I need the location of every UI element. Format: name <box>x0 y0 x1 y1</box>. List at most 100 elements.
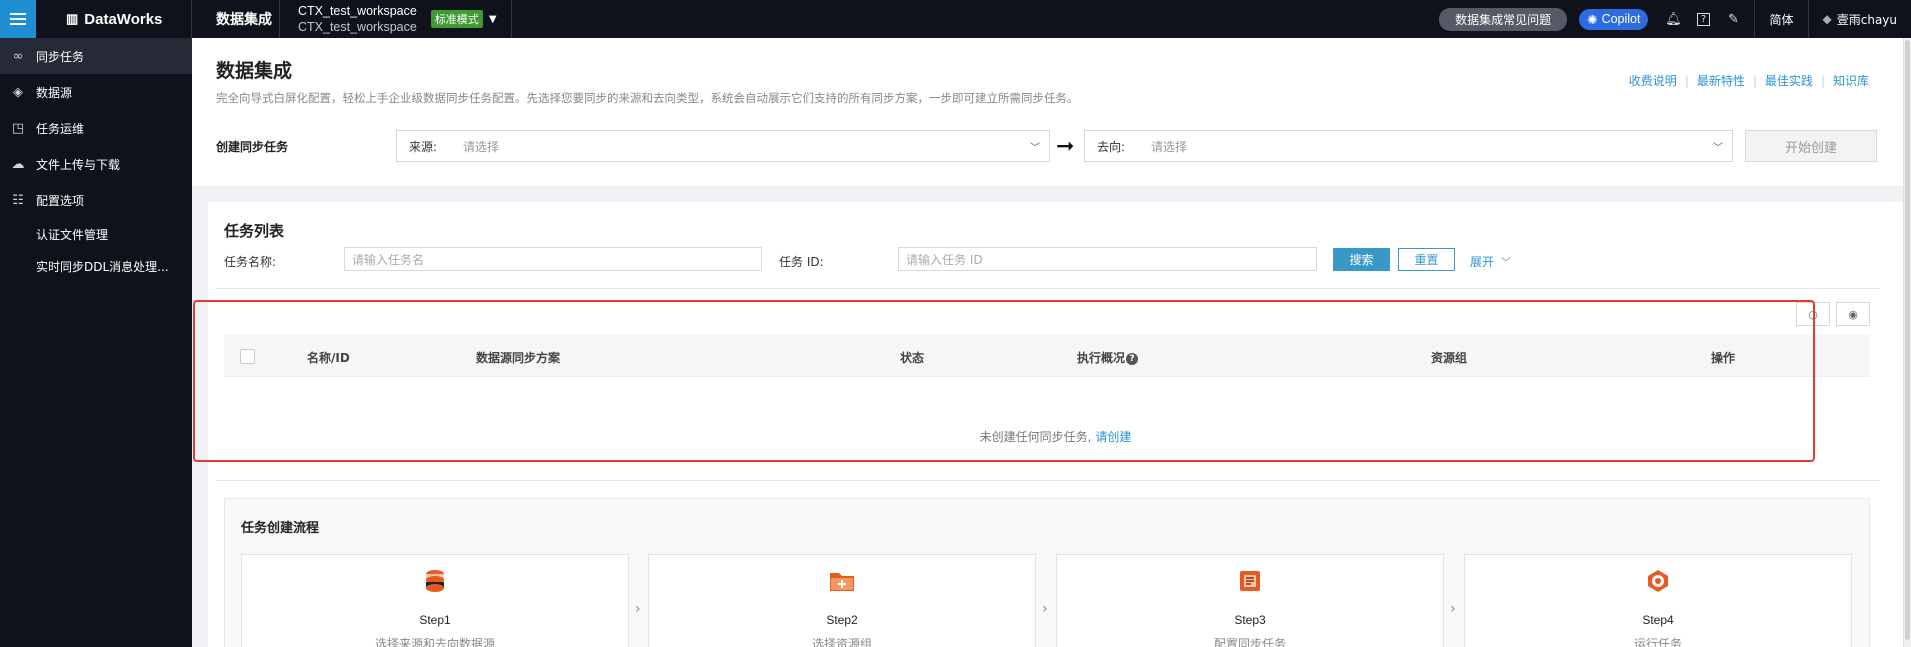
user-menu[interactable]: ◆ 壹雨chayu <box>1809 11 1911 28</box>
execution-label: 执行概况 <box>1077 351 1126 365</box>
link-pricing[interactable]: 收费说明 <box>1629 72 1677 89</box>
table-header: 名称/ID 数据源同步方案 状态 执行概况? 资源组 操作 <box>224 335 1870 377</box>
sidebar-item-auth-files[interactable]: 认证文件管理 <box>0 218 192 250</box>
task-creation-flow: 任务创建流程 Step1 选择来源和去向数据源 › Step2 选择资源组 › … <box>224 498 1870 647</box>
sidebar-item-ddl-messages[interactable]: 实时同步DDL消息处理... <box>0 250 192 282</box>
help-links: 收费说明 | 最新特性 | 最佳实践 | 知识库 <box>1628 72 1869 89</box>
source-select[interactable]: 来源: 请选择 ﹀ <box>396 130 1050 162</box>
question-icon[interactable]: ? <box>1126 353 1139 365</box>
main-content: 数据集成 完全向导式白屏化配置，轻松上手企业级数据同步任务配置。先选择您要同步的… <box>192 38 1903 647</box>
task-id-label: 任务 ID: <box>779 255 824 269</box>
sidebar-item-label: 数据源 <box>36 85 73 100</box>
divider <box>216 480 1880 481</box>
task-id-input[interactable]: 请输入任务 ID <box>898 247 1317 271</box>
start-create-button[interactable]: 开始创建 <box>1745 130 1877 162</box>
step-card-2[interactable]: Step2 选择资源组 <box>648 554 1036 647</box>
chevron-down-icon: ﹀ <box>1500 258 1511 269</box>
create-task-label: 创建同步任务 <box>216 140 289 154</box>
user-avatar-icon: ◆ <box>1822 12 1832 26</box>
step-name: Step4 <box>1642 613 1674 627</box>
task-list-title: 任务列表 <box>224 222 285 240</box>
step-card-3[interactable]: Step3 配置同步任务 <box>1056 554 1444 647</box>
reset-button[interactable]: 重置 <box>1398 248 1455 271</box>
column-header-status: 状态 <box>900 351 925 365</box>
header-card: 数据集成 完全向导式白屏化配置，轻松上手企业级数据同步任务配置。先选择您要同步的… <box>192 38 1903 186</box>
copilot-button[interactable]: ✺ Copilot <box>1579 8 1649 30</box>
step-card-1[interactable]: Step1 选择来源和去向数据源 <box>241 554 629 647</box>
flow-title: 任务创建流程 <box>241 521 320 536</box>
faq-button[interactable]: 数据集成常见问题 <box>1439 7 1568 31</box>
link-new-features[interactable]: 最新特性 <box>1697 72 1745 89</box>
chevron-down-icon: ﹀ <box>1030 142 1040 154</box>
top-bar: ▥ DataWorks 数据集成 CTX_test_workspace CTX_… <box>0 0 1911 38</box>
sync-task-icon: ∞ <box>12 48 24 64</box>
workspace-selector[interactable]: CTX_test_workspace CTX_test_workspace 标准… <box>280 0 512 38</box>
brand-name: DataWorks <box>84 10 163 28</box>
create-task-row: 创建同步任务 来源: 请选择 ﹀ ➞ 去向: 请选择 ﹀ 开始创建 <box>216 130 1881 162</box>
step-card-4[interactable]: Step4 运行任务 <box>1464 554 1852 647</box>
copilot-label: Copilot <box>1601 12 1641 26</box>
scrollbar-thumb[interactable] <box>1905 40 1910 640</box>
product-name: 数据集成 <box>192 0 280 38</box>
language-switch[interactable]: 简体 <box>1754 0 1809 38</box>
column-header-execution: 执行概况? <box>1077 349 1139 366</box>
select-all-checkbox[interactable] <box>240 349 255 364</box>
sidebar: ∞ 同步任务 ◈ 数据源 ◳ 任务运维 ☁ 文件上传与下载 ☷ 配置选项 认证文… <box>0 38 192 647</box>
sidebar-item-file-transfer[interactable]: ☁ 文件上传与下载 <box>0 146 192 182</box>
help-icon[interactable]: ? <box>1688 12 1718 26</box>
column-header-actions: 操作 <box>1711 351 1736 365</box>
task-name-label: 任务名称: <box>224 255 277 269</box>
chart-icon: ◳ <box>11 120 25 136</box>
chevron-down-icon: ﹀ <box>1713 142 1723 154</box>
config-doc-icon <box>1057 569 1443 593</box>
workspace-id: CTX_test_workspace <box>298 20 417 34</box>
search-button[interactable]: 搜索 <box>1333 248 1390 271</box>
step-description: 配置同步任务 <box>1213 637 1286 647</box>
brand-logo[interactable]: ▥ DataWorks <box>36 0 192 38</box>
cloud-upload-icon: ☁ <box>11 156 25 172</box>
divider <box>216 288 1880 289</box>
menu-button[interactable] <box>0 0 36 38</box>
expand-button[interactable]: 展开 ﹀ <box>1470 253 1511 270</box>
sidebar-item-label: 配置选项 <box>36 193 85 208</box>
wrench-icon[interactable]: ✎ <box>1718 12 1748 27</box>
expand-label: 展开 <box>1470 255 1495 269</box>
user-name: 壹雨chayu <box>1836 12 1897 27</box>
sidebar-item-sync-task[interactable]: ∞ 同步任务 <box>0 38 192 74</box>
step-description: 选择来源和去向数据源 <box>374 637 495 647</box>
column-header-resource-group: 资源组 <box>1431 351 1468 365</box>
checklist-icon: ☷ <box>12 192 24 208</box>
copilot-icon: ✺ <box>1587 12 1598 27</box>
target-select[interactable]: 去向: 请选择 ﹀ <box>1084 130 1733 162</box>
create-link[interactable]: 请创建 <box>1095 430 1131 444</box>
sidebar-item-label: 文件上传与下载 <box>36 157 121 172</box>
sidebar-item-config[interactable]: ☷ 配置选项 <box>0 182 192 218</box>
arrow-right-icon: ➞ <box>1056 134 1075 159</box>
database-icon <box>242 569 628 595</box>
step-name: Step2 <box>826 613 858 627</box>
hamburger-icon <box>10 12 26 26</box>
link-best-practices[interactable]: 最佳实践 <box>1765 72 1813 89</box>
source-label: 来源: <box>409 139 438 154</box>
chevron-right-icon: › <box>1450 601 1456 617</box>
sidebar-item-label: 同步任务 <box>36 49 85 64</box>
mode-badge: 标准模式 <box>430 10 483 28</box>
target-label: 去向: <box>1097 139 1126 154</box>
sidebar-item-task-ops[interactable]: ◳ 任务运维 <box>0 110 192 146</box>
source-placeholder: 请选择 <box>463 139 500 154</box>
refresh-icon[interactable]: ○ <box>1796 302 1830 326</box>
empty-state: 未创建任何同步任务, 请创建 <box>208 428 1903 445</box>
sidebar-item-datasource[interactable]: ◈ 数据源 <box>0 74 192 110</box>
column-header-plan: 数据源同步方案 <box>476 351 561 365</box>
chevron-right-icon: › <box>635 601 641 617</box>
column-header-name[interactable]: 名称/ID <box>307 349 350 366</box>
dataworks-logo-icon: ▥ <box>66 11 79 26</box>
layers-icon: ◈ <box>13 84 23 100</box>
step-description: 选择资源组 <box>811 637 872 647</box>
settings-icon[interactable]: ◉ <box>1836 302 1870 326</box>
link-knowledge-base[interactable]: 知识库 <box>1833 72 1869 89</box>
task-name-input[interactable]: 请输入任务名 <box>344 247 762 271</box>
bell-icon[interactable]: 🔔︎ <box>1658 12 1688 27</box>
target-placeholder: 请选择 <box>1151 139 1188 154</box>
step-description: 运行任务 <box>1633 637 1682 647</box>
